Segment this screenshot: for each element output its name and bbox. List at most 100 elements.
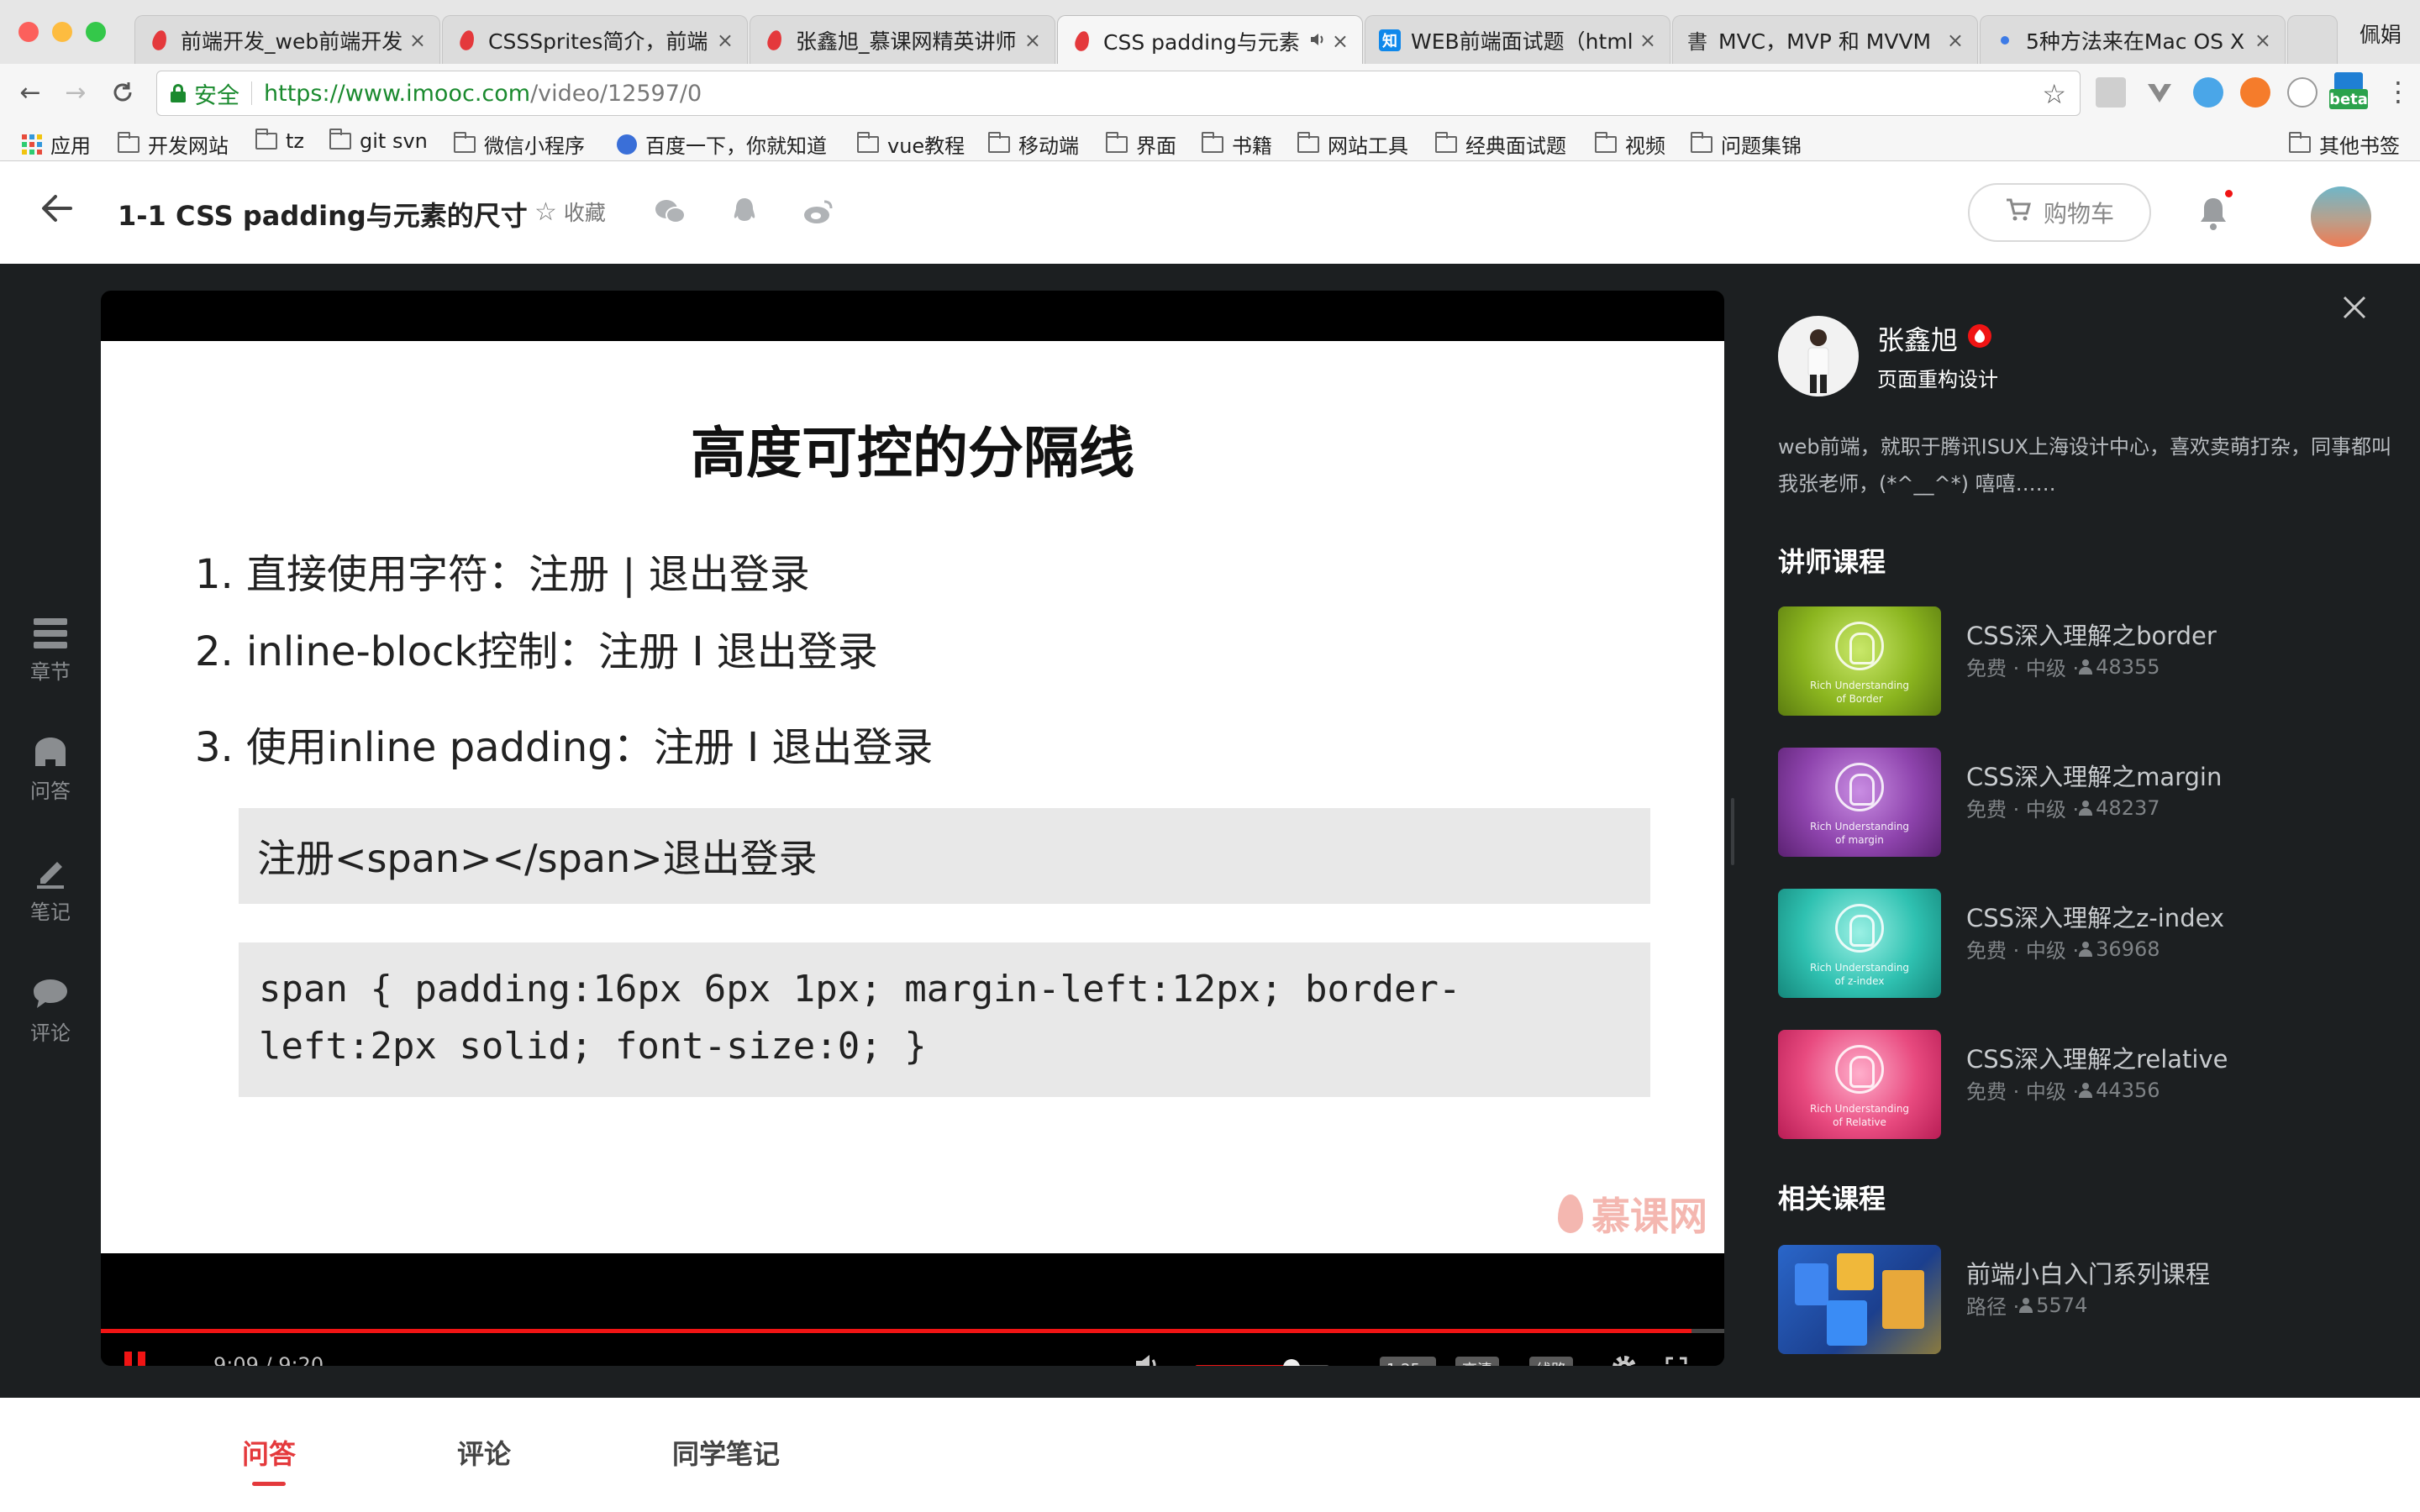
lock-icon[interactable] (171, 84, 186, 102)
bookmark-folder[interactable]: 经典面试题 (1435, 129, 1566, 159)
wechat-share-icon[interactable] (654, 195, 687, 228)
browser-tab-6[interactable]: 書 MVC，MVP 和 MVVM × (1672, 15, 1978, 64)
teacher-name[interactable]: 张鑫旭 (1877, 319, 1958, 358)
weibo-share-icon[interactable] (802, 195, 835, 228)
browser-tab-3[interactable]: 张鑫旭_慕课网精英讲师 × (750, 15, 1055, 64)
bookmark-folder[interactable]: 移动端 (988, 129, 1079, 159)
url-host[interactable]: https://www.imooc.com (264, 81, 530, 107)
tab-qa[interactable]: 问答 (242, 1433, 296, 1472)
address-bar[interactable]: 安全 https://www.imooc.com/video/12597/0 ☆ (156, 71, 2081, 116)
course-name[interactable]: 前端小白入门系列课程 (1966, 1255, 2210, 1290)
page-title: 1-1 CSS padding与元素的尺寸 (118, 200, 528, 232)
course-card[interactable]: Rich Understanding of margin CSS深入理解之mar… (1778, 748, 2400, 857)
rail-item-notes[interactable]: 笔记 (17, 857, 84, 925)
browser-tab-active[interactable]: CSS padding与元素 × (1057, 15, 1363, 66)
tab-close-icon[interactable]: × (2254, 29, 2271, 52)
quality-button[interactable]: 高清 (1455, 1357, 1499, 1366)
course-thumbnail (1778, 1245, 1941, 1354)
new-tab-button[interactable] (2287, 15, 2338, 64)
back-icon[interactable]: ← (13, 76, 47, 109)
tab-close-icon[interactable]: × (717, 29, 734, 52)
tab-comments[interactable]: 评论 (457, 1433, 511, 1472)
course-card[interactable]: Rich Understanding of z-index CSS深入理解之z-… (1778, 889, 2400, 998)
video-player[interactable]: 高度可控的分隔线 1. 直接使用字符：注册 | 退出登录 2. inline-b… (101, 291, 1724, 1366)
bell-icon[interactable] (2196, 195, 2233, 232)
bookmark-baidu[interactable]: 百度一下，你就知道 (617, 129, 827, 159)
code-text: 注册<span></span>退出登录 (257, 836, 818, 881)
line-button[interactable]: 线路 (1529, 1357, 1573, 1366)
settings-gear-icon[interactable] (1610, 1353, 1640, 1366)
bookmark-folder[interactable]: 网站工具 (1297, 129, 1408, 159)
bookmark-folder[interactable]: 视频 (1595, 129, 1665, 159)
bookmark-apps[interactable]: 应用 (22, 129, 91, 159)
extension-icon[interactable] (2096, 77, 2126, 108)
tab-close-icon[interactable]: × (409, 29, 426, 52)
extension-icon[interactable] (2240, 77, 2270, 108)
tab-close-icon[interactable]: × (1947, 29, 1964, 52)
browser-tab-7[interactable]: 5种方法来在Mac OS X × (1980, 15, 2286, 64)
bookmark-folder[interactable]: 书籍 (1202, 129, 1272, 159)
tab-close-icon[interactable]: × (1639, 29, 1656, 52)
course-name[interactable]: CSS深入理解之margin (1966, 758, 2222, 793)
course-name[interactable]: CSS深入理解之relative (1966, 1040, 2228, 1075)
browser-tab-2[interactable]: CSSSprites简介，前端 × (442, 15, 748, 64)
favorite-button[interactable]: ☆ 收藏 (534, 197, 606, 227)
bookmark-star-icon[interactable]: ☆ (2042, 78, 2066, 110)
user-avatar[interactable] (2311, 186, 2371, 247)
qq-share-icon[interactable] (728, 195, 761, 228)
browser-tab-1[interactable]: 前端开发_web前端开发 × (134, 15, 440, 64)
close-icon[interactable] (2339, 292, 2371, 324)
beta-extension-icon[interactable]: beta (2329, 72, 2368, 111)
close-window-button[interactable] (18, 22, 39, 42)
bookmark-folder[interactable]: 开发网站 (118, 129, 229, 159)
rail-item-chapters[interactable]: 章节 (17, 617, 84, 685)
tab-close-icon[interactable]: × (1332, 29, 1349, 53)
volume-knob[interactable] (1283, 1359, 1301, 1366)
fullscreen-icon[interactable] (1665, 1357, 1689, 1366)
rail-item-qa[interactable]: 问答 (17, 736, 84, 804)
bookmark-folder[interactable]: 问题集锦 (1691, 129, 1802, 159)
course-meta-text: 路径 · (1966, 1295, 2020, 1319)
related-course-card[interactable]: 前端小白入门系列课程 路径 · 5574 (1778, 1245, 2400, 1354)
minimize-window-button[interactable] (52, 22, 72, 42)
vue-devtools-icon[interactable] (2144, 77, 2175, 108)
url-path[interactable]: /video/12597/0 (530, 81, 702, 107)
course-name[interactable]: CSS深入理解之z-index (1966, 899, 2224, 934)
course-thumbnail: Rich Understanding of Relative (1778, 1030, 1941, 1139)
bookmark-label: tz (286, 129, 305, 153)
bookmark-folder[interactable]: 微信小程序 (454, 129, 585, 159)
baidu-paw-icon (617, 134, 637, 155)
speed-button[interactable]: 1.25x (1380, 1357, 1436, 1366)
browser-tab-5[interactable]: 知 WEB前端面试题（html × (1365, 15, 1670, 64)
forward-icon[interactable]: → (59, 76, 92, 109)
pause-icon[interactable] (124, 1352, 146, 1366)
folder-icon (2289, 131, 2311, 153)
bookmark-label: 移动端 (1018, 134, 1079, 158)
cart-button[interactable]: 购物车 (1968, 183, 2151, 242)
bookmark-folder[interactable]: 界面 (1106, 129, 1176, 159)
bookmark-folder[interactable]: tz (255, 129, 304, 153)
rail-item-comments[interactable]: 评论 (17, 978, 84, 1046)
other-bookmarks[interactable]: 其他书签 (2289, 129, 2400, 159)
teacher-avatar[interactable] (1778, 316, 1859, 396)
tab-classmate-notes[interactable]: 同学笔记 (672, 1433, 780, 1472)
extension-icon[interactable] (2287, 77, 2317, 108)
menu-kebab-icon[interactable]: ⋮ (2385, 76, 2412, 108)
panel-resize-handle[interactable] (1731, 798, 1734, 865)
reload-icon[interactable] (106, 76, 139, 109)
back-arrow-icon[interactable] (40, 192, 74, 232)
secure-label[interactable]: 安全 (194, 77, 239, 110)
browser-profile-name[interactable]: 佩娟 (2360, 18, 2402, 49)
volume-slider[interactable] (1195, 1359, 1329, 1366)
zoom-window-button[interactable] (86, 22, 106, 42)
volume-icon[interactable] (1133, 1350, 1166, 1366)
imooc-flame-icon (456, 28, 478, 52)
course-name[interactable]: CSS深入理解之border (1966, 617, 2217, 652)
course-card[interactable]: Rich Understanding of Border CSS深入理解之bor… (1778, 606, 2400, 716)
course-card[interactable]: Rich Understanding of Relative CSS深入理解之r… (1778, 1030, 2400, 1139)
bookmark-folder[interactable]: vue教程 (857, 129, 965, 159)
tab-close-icon[interactable]: × (1024, 29, 1041, 52)
extension-icon[interactable] (2193, 77, 2223, 108)
bookmark-folder[interactable]: git svn (329, 129, 428, 153)
speaker-icon[interactable] (1308, 30, 1327, 52)
